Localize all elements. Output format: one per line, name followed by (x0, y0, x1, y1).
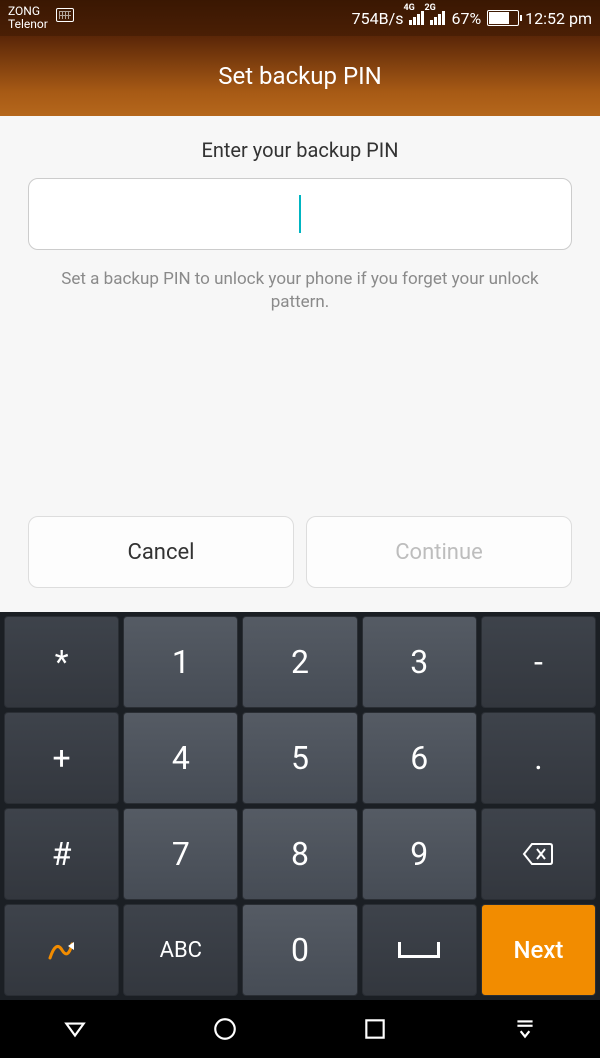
square-icon (362, 1016, 388, 1042)
nav-recent-button[interactable] (361, 1015, 389, 1043)
helper-text: Set a backup PIN to unlock your phone if… (28, 268, 572, 314)
key-2[interactable]: 2 (242, 616, 357, 708)
key-swype[interactable] (4, 904, 119, 996)
numeric-keyboard: * 1 2 3 - + 4 5 6 . # 7 8 9 (0, 612, 600, 1000)
key-dash[interactable]: - (481, 616, 596, 708)
key-period[interactable]: . (481, 712, 596, 804)
key-0[interactable]: 0 (242, 904, 357, 996)
backspace-icon (520, 836, 556, 872)
text-cursor (299, 195, 301, 233)
pin-input[interactable] (28, 178, 572, 250)
triangle-down-icon (62, 1016, 88, 1042)
cancel-button[interactable]: Cancel (28, 516, 294, 588)
circle-icon (212, 1016, 238, 1042)
continue-button[interactable]: Continue (306, 516, 572, 588)
pull-down-icon (512, 1016, 538, 1042)
nav-dropdown-button[interactable] (511, 1015, 539, 1043)
app-header: Set backup PIN (0, 36, 600, 116)
key-3[interactable]: 3 (362, 616, 477, 708)
status-bar: ZONG Telenor 754B/s 4G 2G 67% 12:52 pm (0, 0, 600, 36)
prompt-text: Enter your backup PIN (28, 138, 572, 162)
key-4[interactable]: 4 (123, 712, 238, 804)
content-area: Enter your backup PIN Set a backup PIN t… (0, 116, 600, 612)
clock: 12:52 pm (525, 9, 592, 28)
key-8[interactable]: 8 (242, 808, 357, 900)
page-title: Set backup PIN (218, 62, 382, 90)
signal-4g-icon: 4G (409, 11, 424, 25)
space-icon (398, 942, 440, 958)
battery-percent: 67% (451, 9, 481, 28)
key-hash[interactable]: # (4, 808, 119, 900)
data-rate: 754B/s (352, 9, 404, 28)
key-plus[interactable]: + (4, 712, 119, 804)
key-space[interactable] (362, 904, 477, 996)
nav-home-button[interactable] (211, 1015, 239, 1043)
key-7[interactable]: 7 (123, 808, 238, 900)
signal-2g-icon: 2G (430, 11, 445, 25)
navigation-bar (0, 1000, 600, 1058)
key-asterisk[interactable]: * (4, 616, 119, 708)
nav-back-button[interactable] (61, 1015, 89, 1043)
battery-icon (487, 10, 519, 26)
key-5[interactable]: 5 (242, 712, 357, 804)
key-next[interactable]: Next (481, 904, 596, 996)
key-backspace[interactable] (481, 808, 596, 900)
key-9[interactable]: 9 (362, 808, 477, 900)
swype-icon (44, 932, 80, 968)
key-6[interactable]: 6 (362, 712, 477, 804)
key-abc[interactable]: ABC (123, 904, 238, 996)
key-1[interactable]: 1 (123, 616, 238, 708)
keyboard-indicator-icon (56, 8, 74, 22)
carrier-2: Telenor (8, 18, 48, 31)
